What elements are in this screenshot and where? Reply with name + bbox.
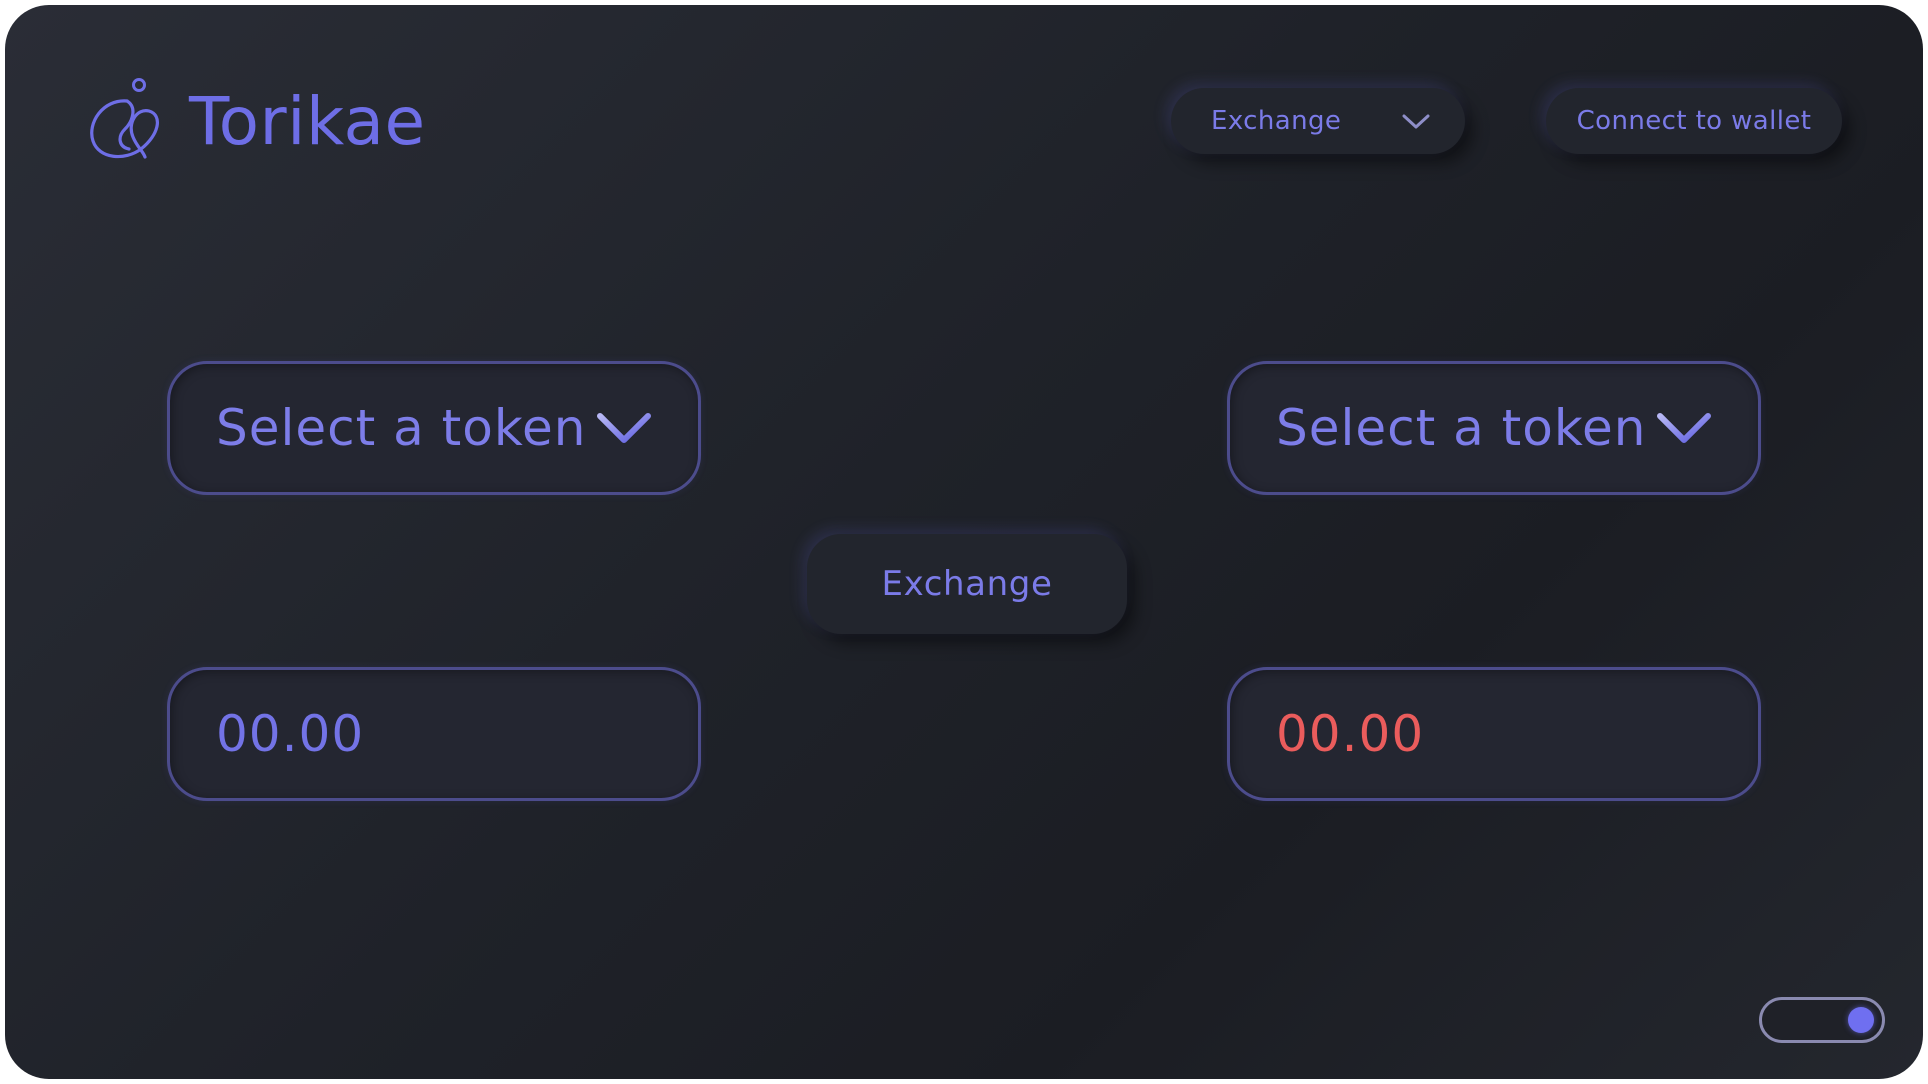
- from-amount-value: 00.00: [216, 705, 365, 763]
- brand-name: Torikae: [189, 83, 426, 160]
- connect-wallet-label: Connect to wallet: [1576, 106, 1812, 136]
- torikae-logo-icon: [90, 78, 159, 159]
- to-amount-value: 00.00: [1276, 705, 1425, 763]
- from-token-select[interactable]: Select a token: [167, 361, 701, 495]
- exchange-button-label: Exchange: [881, 564, 1053, 604]
- brand-logo[interactable]: Torikae: [85, 77, 426, 167]
- theme-toggle[interactable]: [1759, 997, 1885, 1043]
- from-token-select-label: Select a token: [216, 399, 587, 457]
- chevron-down-icon: [1657, 413, 1711, 443]
- exchange-nav-label: Exchange: [1211, 106, 1342, 136]
- to-token-select[interactable]: Select a token: [1227, 361, 1761, 495]
- to-token-select-label: Select a token: [1276, 399, 1647, 457]
- chevron-down-icon: [597, 413, 651, 443]
- toggle-knob: [1848, 1007, 1874, 1033]
- exchange-button[interactable]: Exchange: [807, 534, 1127, 634]
- app-window: Torikae Exchange Connect to wallet Selec…: [5, 5, 1923, 1079]
- chevron-down-icon: [1402, 114, 1430, 129]
- connect-wallet-button[interactable]: Connect to wallet: [1546, 88, 1842, 154]
- exchange-nav-dropdown[interactable]: Exchange: [1171, 88, 1465, 154]
- to-amount-input[interactable]: 00.00: [1227, 667, 1761, 801]
- from-amount-input[interactable]: 00.00: [167, 667, 701, 801]
